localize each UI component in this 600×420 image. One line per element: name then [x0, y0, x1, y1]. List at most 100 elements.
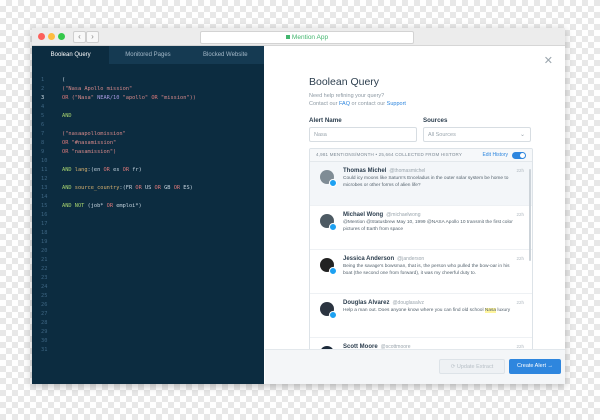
code-line[interactable]: 2 ("Nasa Apollo mission" [32, 85, 264, 94]
code-line[interactable]: 28 [32, 319, 264, 328]
code-line[interactable]: 10 [32, 157, 264, 166]
code-token: emploi*) [113, 203, 142, 209]
mention-item[interactable]: Michael Wong @michaelwong 22h @Mention @Sta… [310, 206, 532, 250]
maximize-window-button[interactable] [58, 33, 65, 40]
sources-select[interactable]: All Sources ⌄ [423, 127, 531, 142]
code-line[interactable]: 17 [32, 220, 264, 229]
tab-blocked-website[interactable]: Blocked Website [187, 46, 264, 64]
edit-history-link[interactable]: Edit History [482, 149, 508, 161]
mention-time: 22h [516, 300, 524, 305]
author-name[interactable]: Michael Wong @michaelwong [343, 212, 421, 218]
support-link[interactable]: Support [387, 101, 406, 107]
code-token: ("Nasa" [71, 95, 98, 101]
close-window-button[interactable] [38, 33, 45, 40]
code-line[interactable]: 25 [32, 292, 264, 301]
code-line[interactable]: 27 [32, 310, 264, 319]
code-line[interactable]: 14 [32, 193, 264, 202]
alert-name-input[interactable]: Nasa [309, 127, 417, 142]
mention-body: Could icy moons like Saturn's Enceladus … [343, 176, 519, 189]
code-line[interactable]: 20 [32, 247, 264, 256]
mention-time: 22h [516, 168, 524, 173]
code-line[interactable]: 3 OR ("Nasa" NEAR/10 "apollo" OR "mission… [32, 94, 264, 103]
line-number: 27 [41, 311, 48, 317]
line-number: 18 [41, 230, 48, 236]
code-line[interactable]: 15 AND NOT (job* OR emploi*) [32, 202, 264, 211]
alert-form-panel: ✕ Boolean Query Need help refining your … [265, 46, 565, 384]
code-line[interactable]: 7 ("nasaapollomission" [32, 130, 264, 139]
address-bar[interactable]: Mention App [200, 31, 414, 44]
close-icon[interactable]: ✕ [544, 54, 553, 67]
code-line[interactable]: 11 AND lang:(en OR es OR fr) [32, 166, 264, 175]
code-line[interactable]: 31 [32, 346, 264, 355]
results-scrollbar[interactable] [529, 169, 531, 261]
code-line[interactable]: 22 [32, 265, 264, 274]
code-token: GB [160, 185, 174, 191]
code-line[interactable]: 21 [32, 256, 264, 265]
code-line[interactable]: 8 OR "#nasamission" [32, 139, 264, 148]
update-extract-button[interactable]: ⟳ Update Extract [439, 359, 505, 374]
history-toggle[interactable] [512, 152, 526, 159]
code-token: NEAR/10 [97, 95, 120, 101]
line-number: 21 [41, 257, 48, 263]
alert-name-label: Alert Name [309, 117, 342, 124]
mentions-preview: 4,981 MENTIONS/MONTH • 25,664 COLLECTED … [309, 148, 533, 378]
tab-boolean-query[interactable]: Boolean Query [32, 46, 110, 64]
code-token: lang [74, 167, 88, 173]
line-number: 25 [41, 293, 48, 299]
line-content: AND NOT (job* OR emploi*) [62, 202, 142, 211]
mention-body: Help a man out. Does anyone know where y… [343, 308, 519, 315]
author-handle: @michaelwong [386, 212, 421, 218]
code-line[interactable]: 23 [32, 274, 264, 283]
code-token: AND [62, 185, 75, 191]
mention-text: Help a man out. Does anyone know where y… [343, 308, 485, 313]
line-content: ( [62, 76, 65, 85]
code-line[interactable]: 13 AND source_country:(FR OR US OR GB OR … [32, 184, 264, 193]
code-line[interactable]: 9 OR "nasamission") [32, 148, 264, 157]
author-name[interactable]: Thomas Michel @thomasmichel [343, 168, 425, 174]
code-line[interactable]: 18 [32, 229, 264, 238]
mention-item[interactable]: Douglas Alvarez @douglasalvz 22h Help a man… [310, 294, 532, 338]
code-token: "#nasamission" [71, 140, 117, 146]
code-area[interactable]: 1(2 ("Nasa Apollo mission" 3 OR ("Nasa" NEA… [32, 76, 264, 355]
line-content: ("nasaapollomission" [62, 130, 126, 139]
code-line[interactable]: 1( [32, 76, 264, 85]
twitter-icon [329, 311, 337, 319]
code-line[interactable]: 24 [32, 283, 264, 292]
line-content: AND source_country:(FR OR US OR GB OR ES… [62, 184, 193, 193]
author-name[interactable]: Douglas Alvarez @douglasalvz [343, 300, 424, 306]
browser-titlebar: ‹ › Mention App [32, 28, 565, 46]
code-line[interactable]: 30 [32, 337, 264, 346]
panel-footer: ⟳ Update Extract Create Alert → [265, 349, 565, 384]
mention-item[interactable]: Thomas Michel @thomasmichel 22h Could icy m… [310, 162, 532, 206]
code-line[interactable]: 16 [32, 211, 264, 220]
author-handle: @janderson [397, 256, 425, 262]
help-middle: or contact our [349, 101, 387, 107]
help-text: Need help refining your query? [309, 93, 385, 99]
line-number: 17 [41, 221, 48, 227]
code-token: "apollo" [119, 95, 152, 101]
code-line[interactable]: 12 [32, 175, 264, 184]
line-number: 8 [41, 140, 45, 146]
mention-item[interactable]: Jessica Anderson @janderson 22h Being the s… [310, 250, 532, 294]
code-line[interactable]: 5 AND [32, 112, 264, 121]
code-line[interactable]: 19 [32, 238, 264, 247]
update-extract-label: Update Extract [456, 364, 494, 370]
back-arrow-icon[interactable]: ‹ [73, 31, 86, 43]
line-content: AND [62, 112, 72, 121]
code-token: ( [62, 77, 66, 83]
sources-label: Sources [423, 117, 448, 124]
code-line[interactable]: 26 [32, 301, 264, 310]
tab-monitored-pages[interactable]: Monitored Pages [109, 46, 186, 64]
mention-time: 22h [516, 212, 524, 217]
author-handle: @thomasmichel [389, 168, 426, 174]
forward-arrow-icon[interactable]: › [86, 31, 99, 43]
code-line[interactable]: 4 [32, 103, 264, 112]
faq-link[interactable]: FAQ [339, 101, 350, 107]
minimize-window-button[interactable] [48, 33, 55, 40]
create-alert-button[interactable]: Create Alert → [509, 359, 561, 374]
code-token: es [109, 167, 123, 173]
code-line[interactable]: 6 [32, 121, 264, 130]
code-line[interactable]: 29 [32, 328, 264, 337]
code-token: (job* [87, 203, 107, 209]
author-name[interactable]: Jessica Anderson @janderson [343, 256, 424, 262]
